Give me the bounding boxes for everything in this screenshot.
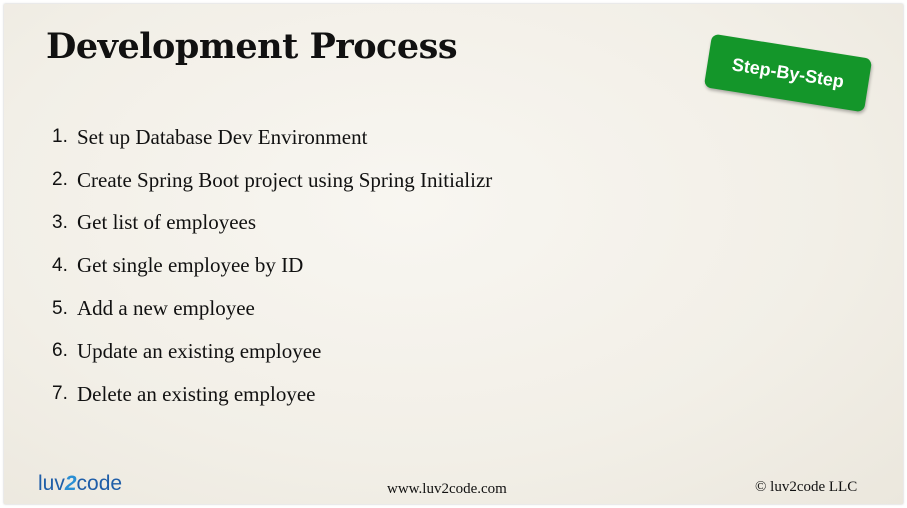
step-text: Set up Database Dev Environment [77, 124, 368, 149]
step-item: 1. Set up Database Dev Environment [52, 116, 492, 159]
step-item: 4. Get single employee by ID [52, 244, 492, 287]
step-number: 1. [52, 126, 68, 148]
luv2code-logo: luv2code [38, 472, 122, 496]
step-text: Update an existing employee [77, 338, 322, 363]
logo-part-luv: luv [38, 472, 65, 495]
step-number: 6. [52, 340, 68, 362]
step-text: Get single employee by ID [77, 253, 304, 278]
step-number: 7. [52, 383, 68, 405]
step-text: Get list of employees [77, 210, 257, 235]
step-item: 3. Get list of employees [52, 202, 492, 245]
step-item: 2. Create Spring Boot project using Spri… [52, 159, 492, 202]
step-text: Add a new employee [77, 296, 255, 321]
logo-part-2: 2 [64, 472, 77, 495]
footer-copyright: © luv2code LLC [755, 479, 858, 495]
step-text: Create Spring Boot project using Spring … [77, 167, 493, 192]
step-by-step-badge: Step-By-Step [703, 33, 873, 113]
footer-url: www.luv2code.com [387, 481, 507, 497]
step-item: 5. Add a new employee [52, 287, 492, 330]
step-number: 2. [52, 169, 68, 191]
slide-title: Development Process [46, 26, 458, 67]
step-number: 5. [52, 297, 68, 319]
step-item: 6. Update an existing employee [52, 330, 492, 373]
badge-label: Step-By-Step [730, 53, 846, 92]
step-text: Delete an existing employee [77, 381, 316, 406]
steps-list: 1. Set up Database Dev Environment 2. Cr… [52, 116, 492, 416]
step-number: 4. [52, 254, 68, 276]
logo-part-code: code [76, 472, 123, 495]
slide: Development Process Step-By-Step 1. Set … [4, 4, 903, 504]
step-number: 3. [52, 211, 68, 233]
step-item: 7. Delete an existing employee [52, 373, 492, 416]
